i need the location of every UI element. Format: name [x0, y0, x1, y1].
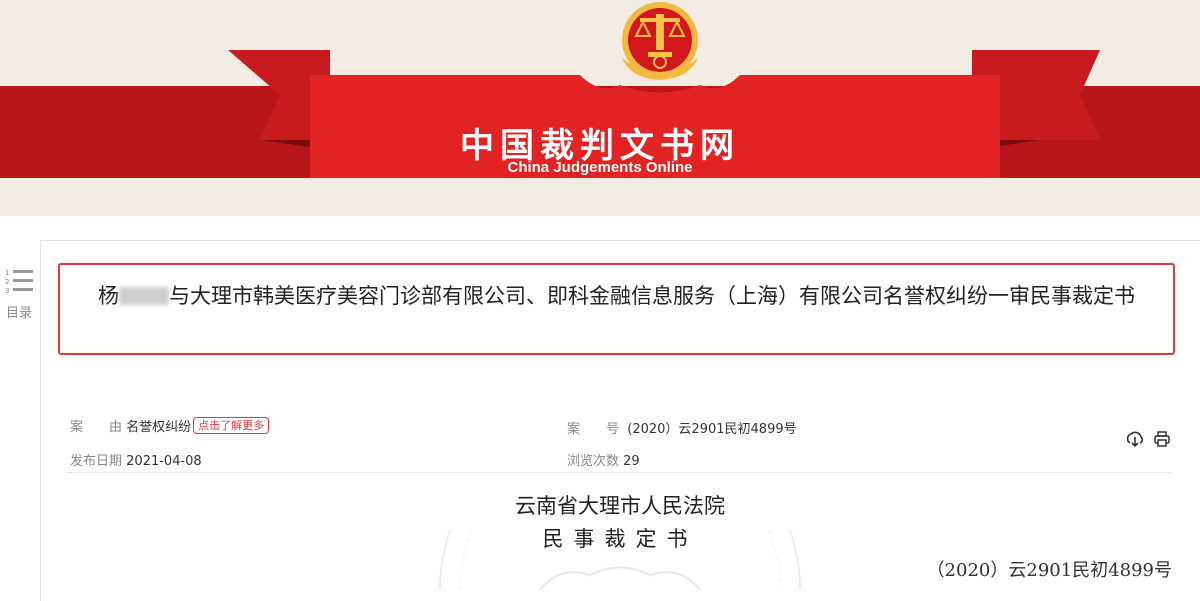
title-party-surname: 杨 [98, 284, 119, 308]
site-header-banner: 中国裁判文书网 China Judgements Online [0, 0, 1200, 216]
document-title: 杨 与大理市韩美医疗美容门诊部有限公司、即科金融信息服务（上海）有限公司名誉权纠纷… [70, 279, 1163, 313]
svg-text:3: 3 [5, 287, 9, 295]
views-value: 29 [623, 454, 640, 469]
case-number-heading: （2020）云2901民初4899号 [926, 560, 1172, 581]
publish-date-field: 发布日期 2021-04-08 [70, 450, 202, 469]
document-title-box: 杨 与大理市韩美医疗美容门诊部有限公司、即科金融信息服务（上海）有限公司名誉权纠纷… [58, 263, 1175, 355]
print-icon[interactable] [1153, 430, 1171, 452]
list-icon: 1 2 3 [5, 269, 33, 295]
download-icon[interactable] [1126, 430, 1144, 452]
svg-text:2: 2 [5, 278, 9, 286]
court-scales-emblem [622, 2, 698, 80]
svg-text:1: 1 [5, 269, 9, 277]
toc-label: 目录 [5, 306, 32, 321]
views-field: 浏览次数 29 [567, 450, 640, 469]
views-label: 浏览次数 [567, 454, 620, 469]
cause-value: 名誉权纠纷 [126, 420, 192, 435]
case-number-field: 案 号 (2020）云2901民初4899号 [567, 418, 797, 437]
cause-field: 案 由 名誉权纠纷 点击了解更多 [70, 416, 270, 435]
title-text: 与大理市韩美医疗美容门诊部有限公司、即科金融信息服务（上海）有限公司名誉权纠纷一… [169, 284, 1135, 308]
site-subtitle-en: China Judgements Online [507, 159, 693, 176]
publish-date-label: 发布日期 [70, 454, 123, 469]
redacted-name [119, 287, 169, 305]
case-number-label: 案 号 [567, 422, 620, 437]
case-number-value: (2020）云2901民初4899号 [627, 422, 797, 437]
document-tools [1126, 430, 1175, 452]
publish-date-value: 2021-04-08 [126, 454, 202, 469]
banner-graphic [0, 2, 1200, 178]
table-of-contents-button[interactable]: 1 2 3 目录 [0, 268, 38, 321]
learn-more-button[interactable]: 点击了解更多 [193, 417, 270, 434]
court-name: 云南省大理市人民法院 [515, 494, 725, 518]
cause-label: 案 由 [70, 420, 123, 435]
document-type: 民事裁定书 [542, 527, 698, 551]
meta-divider [66, 472, 1172, 473]
